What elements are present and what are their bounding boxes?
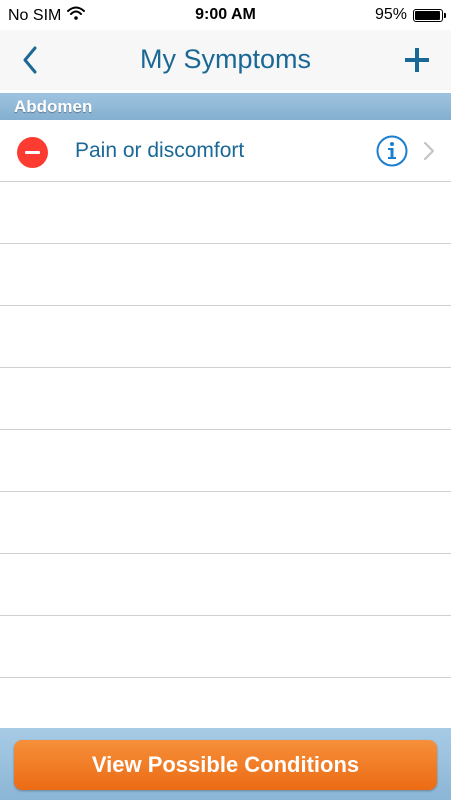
section-header: Abdomen: [0, 93, 451, 120]
view-possible-conditions-button[interactable]: View Possible Conditions: [14, 740, 437, 790]
battery-icon: [413, 8, 446, 22]
plus-icon: [405, 48, 429, 72]
back-button[interactable]: [14, 42, 46, 78]
status-right: 95%: [374, 6, 446, 24]
delete-button[interactable]: [17, 137, 48, 168]
symptom-label: Pain or discomfort: [75, 139, 245, 162]
empty-row: [0, 492, 451, 554]
chevron-right-icon: [423, 141, 435, 161]
battery-percent: 95%: [374, 6, 407, 23]
info-icon: [376, 135, 408, 167]
symptom-row[interactable]: Pain or discomfort: [0, 120, 451, 182]
bottom-bar: View Possible Conditions: [0, 728, 451, 800]
battery-fill: [415, 10, 440, 20]
empty-row: [0, 554, 451, 616]
add-symptom-button[interactable]: [401, 44, 433, 76]
symptom-list: Pain or discomfort: [0, 120, 451, 740]
status-bar: No SIM 9:00 AM 95%: [0, 0, 451, 30]
empty-row: [0, 306, 451, 368]
empty-row: [0, 244, 451, 306]
info-button[interactable]: [376, 135, 408, 167]
page-title: My Symptoms: [139, 44, 312, 74]
empty-row: [0, 616, 451, 678]
empty-row: [0, 430, 451, 492]
nav-bar: My Symptoms: [0, 30, 451, 90]
empty-row: [0, 368, 451, 430]
chevron-left-icon: [23, 46, 37, 74]
empty-row: [0, 182, 451, 244]
